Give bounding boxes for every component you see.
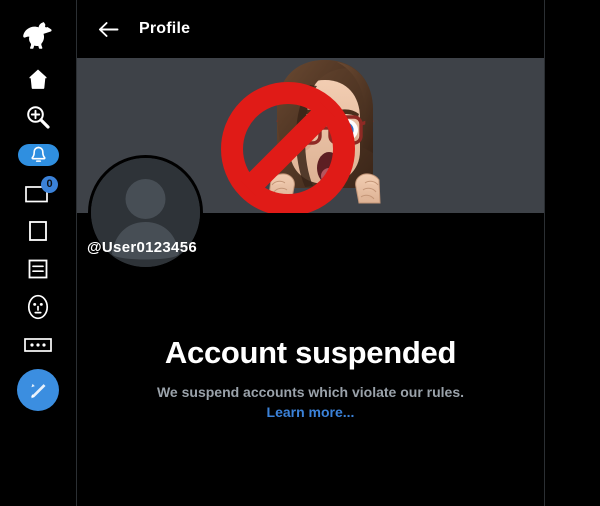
more-dots-icon	[24, 338, 52, 352]
profile-header: Profile	[77, 0, 544, 58]
right-empty-area	[546, 0, 600, 506]
no-entry-sign-icon	[221, 82, 355, 213]
compose-button-wrap	[15, 364, 61, 416]
sidebar-item-more[interactable]	[15, 326, 61, 364]
profile-face-icon	[27, 294, 49, 320]
sidebar-item-bookmarks[interactable]	[15, 212, 61, 250]
sidebar-item-messages[interactable]: 0	[15, 174, 61, 212]
profile-content-column: Profile @User0123456 Account suspended W…	[76, 0, 545, 506]
sidebar-item-home[interactable]	[15, 60, 61, 98]
profile-handle: @User0123456	[87, 239, 197, 256]
back-arrow-icon[interactable]	[93, 14, 123, 44]
lists-icon	[28, 259, 48, 279]
bell-icon	[30, 146, 46, 162]
learn-more-link[interactable]: Learn more...	[267, 404, 355, 420]
active-indicator-pill	[17, 144, 59, 166]
sidebar-item-profile[interactable]	[15, 288, 61, 326]
page-title: Profile	[139, 20, 191, 37]
suspension-description: We suspend accounts which violate our ru…	[156, 384, 465, 401]
suspension-title: Account suspended	[164, 335, 457, 370]
compose-button[interactable]	[17, 369, 59, 411]
duck-logo-icon[interactable]	[15, 14, 61, 56]
sidebar-item-explore[interactable]	[15, 98, 61, 136]
profile-identity: @User0123456	[77, 155, 544, 303]
sidebar-item-lists[interactable]	[15, 250, 61, 288]
bookmark-icon	[29, 221, 47, 241]
app-window: 0 Profile @User0123456 Account suspended…	[0, 0, 600, 506]
messages-unread-badge: 0	[41, 176, 58, 193]
pencil-compose-icon	[31, 383, 46, 399]
left-sidebar: 0	[0, 0, 76, 506]
sidebar-item-notifications[interactable]	[15, 136, 61, 174]
suspension-notice: Account suspended We suspend accounts wh…	[77, 303, 544, 422]
